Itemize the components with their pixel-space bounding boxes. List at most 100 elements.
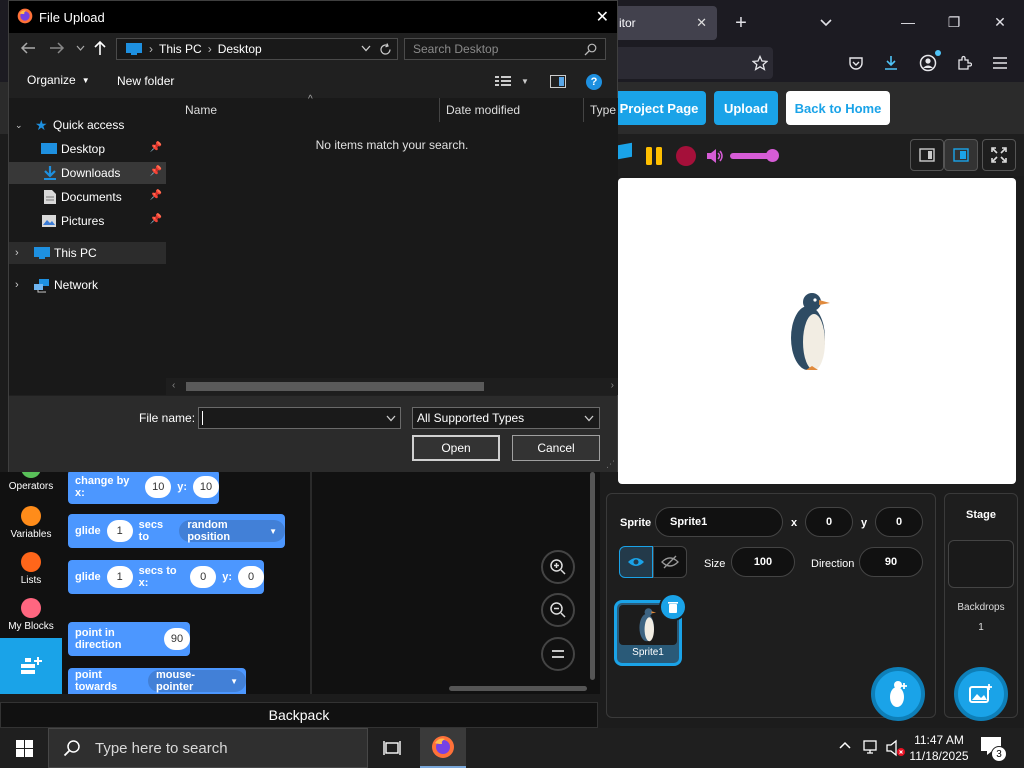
windows-start-icon[interactable] [0,728,48,768]
back-arrow-icon[interactable] [20,41,36,55]
task-view-icon[interactable] [372,728,412,768]
pocket-icon[interactable] [842,49,870,77]
category-variables[interactable]: Variables [0,506,62,540]
block-change-by[interactable]: change by x: 10 y: 10 [68,470,219,504]
penguin-sprite[interactable] [786,290,836,374]
breadcrumb-desktop[interactable]: Desktop [218,42,262,56]
zoom-in-icon[interactable] [541,550,575,584]
size-field[interactable]: 100 [731,547,795,577]
zoom-reset-icon[interactable] [541,637,575,671]
pause-icon[interactable] [644,146,664,166]
sprite-name-field[interactable]: Sprite1 [655,507,783,537]
block-input[interactable]: 0 [238,566,264,588]
expand-chevron-icon[interactable]: › [9,279,27,291]
block-dropdown[interactable]: mouse-pointer ▼ [147,669,246,693]
large-stage-button[interactable] [944,139,978,171]
block-point-direction[interactable]: point in direction 90 [68,622,190,656]
vertical-scrollbar[interactable] [590,472,595,680]
nav-pictures[interactable]: Pictures 📌 [9,210,166,232]
scroll-left-icon[interactable]: ‹ [172,380,175,391]
organize-button[interactable]: Organize ▼ [27,73,90,87]
close-window-button[interactable]: ✕ [980,2,1020,42]
up-arrow-icon[interactable] [93,40,107,56]
nav-downloads[interactable]: Downloads 📌 [9,162,166,184]
add-extension-button[interactable] [0,638,62,694]
account-icon[interactable] [914,49,942,77]
x-field[interactable]: 0 [805,507,853,537]
direction-field[interactable]: 90 [859,547,923,577]
nav-quick-access[interactable]: ⌄ ★ Quick access [9,114,166,136]
column-date-modified[interactable]: Date modified [446,103,520,117]
block-input[interactable]: 10 [193,476,219,498]
resize-grip-icon[interactable]: ⋰ [606,459,615,470]
project-page-button[interactable]: Project Page [612,91,706,125]
dialog-close-icon[interactable]: ✕ [596,7,609,27]
downloads-icon[interactable] [877,49,905,77]
back-to-home-button[interactable]: Back to Home [786,91,890,125]
network-tray-icon[interactable] [862,739,880,755]
address-dropdown-chevron-icon[interactable] [361,45,371,52]
column-divider[interactable] [439,98,440,122]
taskbar-search-box[interactable]: Type here to search [48,728,368,768]
new-folder-button[interactable]: New folder [117,74,174,88]
extensions-icon[interactable] [950,49,978,77]
horizontal-scrollbar[interactable] [449,686,587,691]
firefox-taskbar-icon[interactable] [420,728,466,768]
dialog-search-input[interactable]: Search Desktop [404,38,606,60]
preview-pane-icon[interactable] [550,75,566,88]
new-tab-button[interactable]: + [727,6,755,40]
stage-target-pane[interactable]: Stage Backdrops 1 [944,493,1018,721]
fullscreen-icon[interactable] [982,139,1016,171]
menu-hamburger-icon[interactable] [986,49,1014,77]
choose-sprite-button[interactable] [871,667,925,721]
show-sprite-eye-icon[interactable] [619,546,653,578]
block-input[interactable]: 1 [106,566,133,588]
scroll-thumb[interactable] [186,382,484,391]
hide-sprite-eye-icon[interactable] [653,546,687,578]
tab-close-icon[interactable]: ✕ [696,15,707,31]
file-name-dropdown-chevron-icon[interactable] [386,415,396,422]
address-bar[interactable]: › This PC › Desktop [116,38,398,60]
y-field[interactable]: 0 [875,507,923,537]
help-icon[interactable]: ? [586,74,602,90]
volume-slider-handle[interactable] [766,149,779,162]
small-stage-button[interactable] [910,139,944,171]
stop-icon[interactable] [676,146,696,166]
category-my-blocks[interactable]: My Blocks [0,598,62,632]
column-type[interactable]: Type [590,103,616,117]
volume-muted-tray-icon[interactable] [886,739,906,757]
stage-thumbnail[interactable] [948,540,1014,588]
delete-sprite-trash-icon[interactable] [659,593,687,621]
change-view-button[interactable]: ▼ [495,75,529,87]
block-dropdown[interactable]: random position ▼ [179,519,285,543]
file-name-input[interactable] [198,407,401,429]
volume-icon[interactable] [706,148,724,164]
green-flag-icon[interactable] [618,142,632,160]
list-horizontal-scrollbar[interactable]: ‹ › [166,378,618,395]
minimize-button[interactable]: — [888,2,928,42]
nav-network[interactable]: › Network [9,274,166,296]
stage-canvas[interactable] [618,178,1016,484]
notifications-icon[interactable]: 3 [980,736,1010,762]
breadcrumb-this-pc[interactable]: This PC [159,42,202,56]
clock[interactable]: 11:47 AM 11/18/2025 [906,732,972,764]
cancel-button[interactable]: Cancel [512,435,600,461]
nav-desktop[interactable]: Desktop 📌 [9,138,166,160]
restore-button[interactable]: ❐ [934,2,974,42]
block-input[interactable]: 0 [190,566,217,588]
open-button[interactable]: Open [412,435,500,461]
refresh-icon[interactable] [379,43,392,56]
block-input[interactable]: 90 [164,628,190,650]
nav-documents[interactable]: Documents 📌 [9,186,166,208]
tab-list-chevron-icon[interactable] [812,6,840,40]
expand-chevron-icon[interactable]: › [9,247,27,259]
upload-button[interactable]: Upload [714,91,778,125]
block-glide-random[interactable]: glide 1 secs to random position ▼ [68,514,285,548]
column-divider[interactable] [583,98,584,122]
choose-backdrop-button[interactable] [954,667,1008,721]
recent-locations-chevron-icon[interactable] [76,45,85,51]
column-name[interactable]: Name [185,103,217,117]
browser-tab[interactable]: itor ✕ [605,6,717,40]
show-hidden-icons-chevron-icon[interactable] [838,740,852,750]
backpack-bar[interactable]: Backpack [0,702,598,728]
